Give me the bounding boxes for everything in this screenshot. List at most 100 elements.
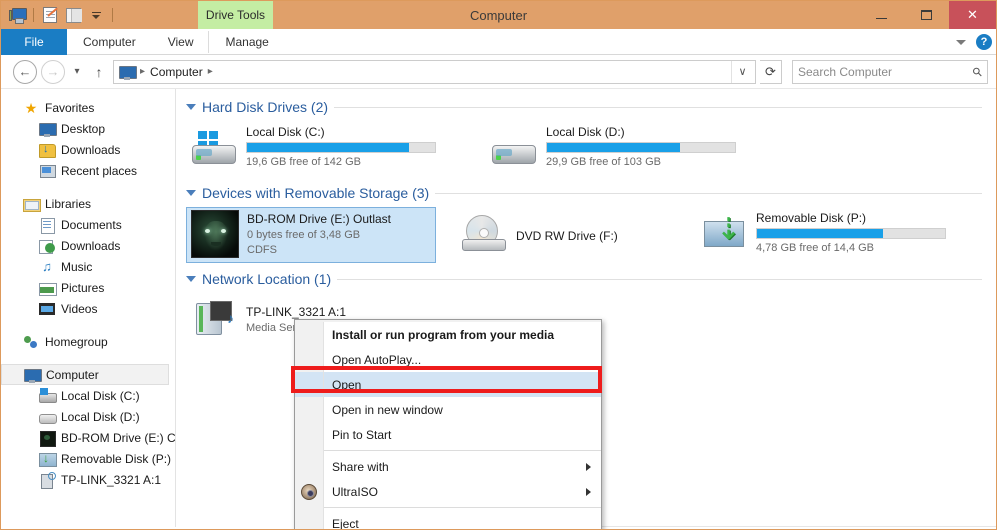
media-server-icon — [190, 295, 238, 343]
sidebar-item-desktop[interactable]: Desktop — [1, 118, 175, 139]
chevron-down-icon: ▾ — [74, 66, 80, 77]
drive-tile-local-disk-d[interactable]: Local Disk (D:) 29,9 GB free of 103 GB — [486, 121, 741, 177]
navigation-pane[interactable]: ★ Favorites Desktop Downloads Recent pla… — [1, 89, 176, 527]
minimize-button[interactable] — [859, 1, 904, 29]
back-button[interactable]: ← — [13, 59, 37, 84]
menu-item-label: UltraISO — [332, 484, 379, 499]
sidebar-item-local-disk-d[interactable]: Local Disk (D:) — [1, 406, 175, 427]
menu-item-label: Open AutoPlay... — [332, 352, 422, 367]
sidebar-item-label: Videos — [61, 301, 98, 316]
search-input[interactable]: Search Computer ⚲ — [792, 59, 988, 84]
customize-icon[interactable] — [86, 5, 106, 25]
collapse-triangle-icon[interactable] — [186, 190, 196, 196]
tab-view[interactable]: View — [152, 29, 210, 55]
tab-file[interactable]: File — [1, 29, 67, 55]
context-menu[interactable]: Install or run program from your media O… — [294, 319, 602, 529]
maximize-button[interactable] — [904, 1, 949, 29]
toolbar-divider — [33, 8, 34, 22]
tab-computer[interactable]: Computer — [67, 29, 152, 55]
sidebar-group-libraries[interactable]: Libraries — [1, 193, 175, 214]
menu-icon-slot — [295, 322, 323, 347]
context-menu-item-install-or-run[interactable]: Install or run program from your media — [295, 322, 601, 347]
explorer-window: Drive Tools Computer ✕ File Computer Vie… — [0, 0, 997, 530]
close-button[interactable]: ✕ — [949, 1, 996, 29]
up-button[interactable]: ↑ — [89, 64, 109, 80]
context-menu-item-open[interactable]: Open — [295, 372, 601, 397]
menu-icon-slot — [295, 479, 323, 504]
sidebar-group-homegroup[interactable]: Homegroup — [1, 331, 175, 352]
sidebar-group-favorites[interactable]: ★ Favorites — [1, 97, 175, 118]
context-menu-item-eject[interactable]: Eject — [295, 511, 601, 529]
context-menu-item-open-in-new-window[interactable]: Open in new window — [295, 397, 601, 422]
computer-icon[interactable] — [7, 5, 27, 25]
pictures-icon — [39, 280, 57, 296]
drive-tile-removable-disk-p[interactable]: ⇣ Removable Disk (P:) 4,78 GB free of 14… — [696, 207, 951, 263]
menu-separator-body — [323, 447, 601, 454]
address-dropdown-icon[interactable]: ∨ — [731, 60, 753, 83]
bd-rom-icon — [39, 430, 56, 447]
sidebar-item-label: Desktop — [61, 121, 106, 136]
drive-tiles-hard-disk: Local Disk (C:) 19,6 GB free of 142 GB L… — [186, 121, 996, 177]
refresh-button[interactable]: ⟳ — [760, 59, 782, 84]
menu-icon-slot — [295, 372, 323, 397]
removable-disk-icon — [39, 451, 57, 467]
sidebar-item-bd-rom-drive[interactable]: BD-ROM Drive (E:) C — [1, 427, 175, 448]
new-folder-icon[interactable] — [63, 5, 83, 25]
group-header-removable-storage[interactable]: Devices with Removable Storage (3) — [186, 185, 996, 201]
sidebar-item-label: Removable Disk (P:) — [61, 451, 172, 466]
group-header-hard-disk-drives[interactable]: Hard Disk Drives (2) — [186, 99, 996, 115]
sidebar-item-label: Pictures — [61, 280, 105, 295]
recent-locations-button[interactable]: ▾ — [69, 60, 85, 84]
help-icon[interactable]: ? — [976, 34, 992, 50]
drive-tile-local-disk-c[interactable]: Local Disk (C:) 19,6 GB free of 142 GB — [186, 121, 441, 177]
drive-tools-label: Drive Tools — [205, 8, 266, 22]
group-rule — [334, 106, 982, 108]
menu-item-body: UltraISO — [323, 479, 601, 504]
close-icon: ✕ — [967, 7, 978, 22]
recent-places-icon — [39, 163, 56, 179]
breadcrumb-item-computer[interactable]: Computer — [150, 65, 203, 79]
context-menu-item-pin-to-start[interactable]: Pin to Start — [295, 422, 601, 447]
forward-icon: → — [46, 64, 60, 79]
search-icon[interactable]: ⚲ — [970, 63, 986, 79]
sidebar-item-label: Recent places — [61, 163, 138, 178]
tab-view-label: View — [167, 35, 194, 49]
sidebar-item-downloads[interactable]: Downloads — [1, 139, 175, 160]
videos-icon — [39, 301, 55, 317]
breadcrumb-separator: ▸ — [140, 66, 146, 77]
sidebar-item-tp-link[interactable]: TP-LINK_3321 A:1 — [1, 469, 175, 490]
group-title: Network Location (1) — [202, 271, 332, 287]
breadcrumb-separator-2[interactable]: ▸ — [205, 66, 216, 77]
collapse-triangle-icon[interactable] — [186, 276, 196, 282]
sidebar-item-videos[interactable]: Videos — [1, 298, 175, 319]
forward-button[interactable]: → — [41, 59, 65, 84]
context-menu-item-open-autoplay[interactable]: Open AutoPlay... — [295, 347, 601, 372]
tab-manage[interactable]: Manage — [208, 29, 284, 55]
sidebar-item-downloads-library[interactable]: Downloads — [1, 235, 175, 256]
sidebar-item-computer[interactable]: Computer — [1, 364, 169, 385]
sidebar-item-documents[interactable]: Documents — [1, 214, 175, 235]
capacity-bar — [246, 142, 436, 153]
group-rule — [337, 278, 982, 280]
group-header-network-location[interactable]: Network Location (1) — [186, 271, 996, 287]
properties-icon[interactable] — [40, 5, 60, 25]
context-menu-item-ultraiso[interactable]: UltraISO — [295, 479, 601, 504]
sidebar-item-local-disk-c[interactable]: Local Disk (C:) — [1, 385, 175, 406]
context-menu-item-share-with[interactable]: Share with — [295, 454, 601, 479]
menu-item-body: Install or run program from your media — [323, 322, 601, 347]
drive-tile-dvd-rw[interactable]: DVD RW Drive (F:) — [456, 207, 696, 263]
drive-tools-contextual-tab[interactable]: Drive Tools — [198, 1, 273, 29]
breadcrumb[interactable]: ▸ Computer ▸ ∨ — [113, 59, 756, 84]
sidebar-item-removable-disk[interactable]: Removable Disk (P:) — [1, 448, 175, 469]
menu-icon-slot — [295, 397, 323, 422]
sidebar-item-music[interactable]: ♫ Music — [1, 256, 175, 277]
chevron-down-icon[interactable] — [956, 39, 966, 45]
drive-tile-bd-rom-outlast[interactable]: BD-ROM Drive (E:) Outlast 0 bytes free o… — [186, 207, 436, 263]
sidebar-item-recent-places[interactable]: Recent places — [1, 160, 175, 181]
menu-item-body: Pin to Start — [323, 422, 601, 447]
menu-item-label: Install or run program from your media — [332, 327, 555, 342]
collapse-triangle-icon[interactable] — [186, 104, 196, 110]
sidebar-item-pictures[interactable]: Pictures — [1, 277, 175, 298]
